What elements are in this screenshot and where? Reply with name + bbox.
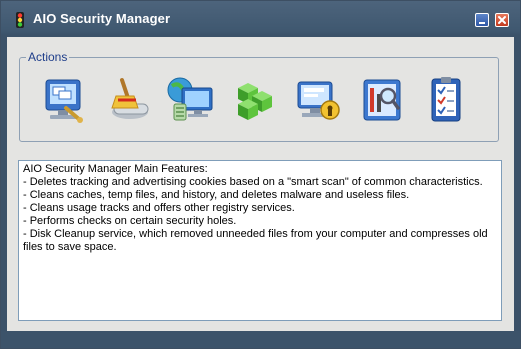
actions-groupbox: Actions — [19, 50, 499, 142]
security-lock-icon — [297, 81, 340, 120]
computer-settings-button[interactable] — [36, 74, 88, 126]
close-button[interactable] — [495, 13, 509, 27]
actions-group-label: Actions — [26, 50, 70, 64]
system-tools-button[interactable] — [356, 74, 408, 126]
broom-cleanup-icon — [111, 78, 149, 119]
client-area: Actions AIO Security Manager Main Featur… — [7, 37, 514, 331]
features-textbox[interactable]: AIO Security Manager Main Features: - De… — [18, 160, 502, 321]
app-window: AIO Security Manager Actions AIO Securit… — [0, 0, 521, 349]
registry-cubes-icon — [238, 83, 272, 120]
close-icon — [498, 16, 506, 24]
system-tools-icon — [363, 79, 401, 121]
window-bottom-frame — [1, 331, 520, 348]
window-title: AIO Security Manager — [33, 11, 171, 26]
computer-settings-icon — [45, 79, 83, 123]
features-heading: AIO Security Manager Main Features: — [23, 163, 208, 175]
internet-cleanup-icon — [167, 77, 213, 121]
security-lock-button[interactable] — [292, 74, 344, 126]
registry-cubes-button[interactable] — [228, 74, 280, 126]
feature-line: - Cleans usage tracks and offers other r… — [23, 202, 295, 214]
traffic-light-icon — [15, 12, 25, 28]
feature-line: files to save space. — [23, 241, 117, 253]
broom-cleanup-button[interactable] — [100, 74, 152, 126]
feature-line: - Deletes tracking and advertising cooki… — [23, 176, 483, 188]
feature-line: - Cleans caches, temp files, and history… — [23, 189, 410, 201]
feature-line: - Disk Cleanup service, which removed un… — [23, 228, 488, 240]
internet-cleanup-button[interactable] — [164, 74, 216, 126]
minimize-button[interactable] — [475, 13, 489, 27]
checklist-button[interactable] — [420, 74, 472, 126]
checklist-icon — [431, 77, 461, 122]
title-bar[interactable]: AIO Security Manager — [1, 1, 520, 37]
feature-line: - Performs checks on certain security ho… — [23, 215, 237, 227]
